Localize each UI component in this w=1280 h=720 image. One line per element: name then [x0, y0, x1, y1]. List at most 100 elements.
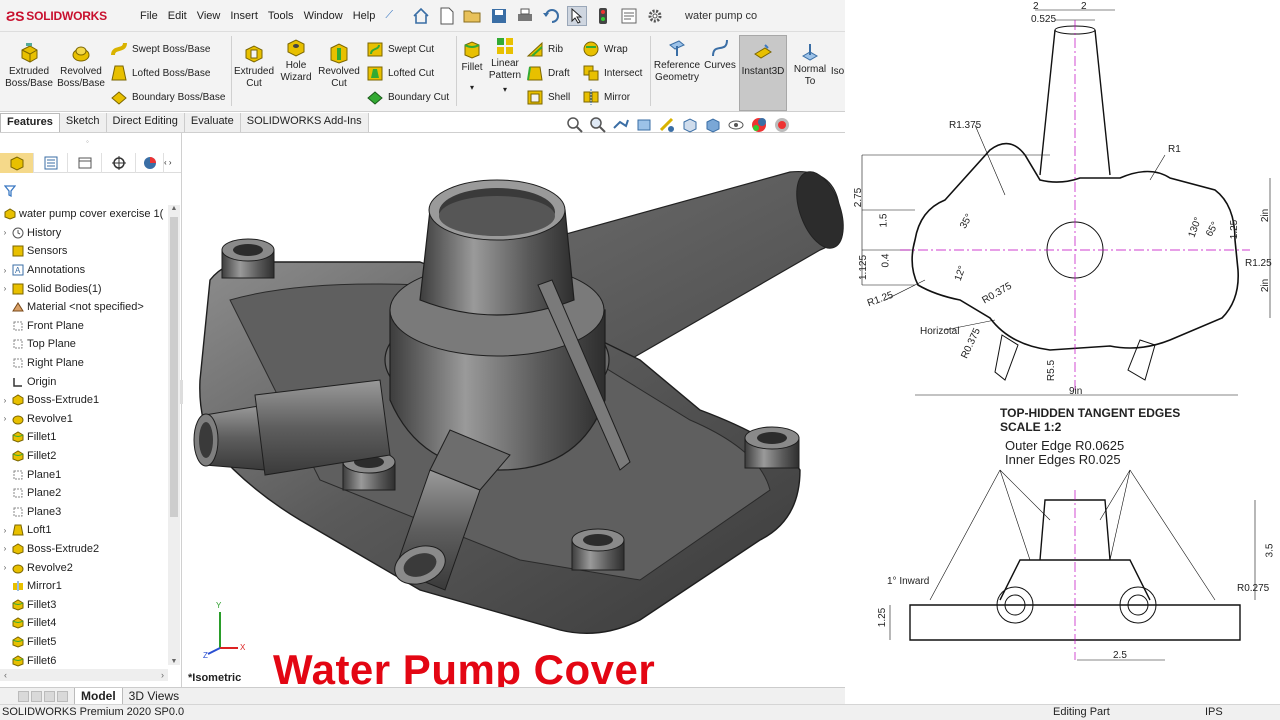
scroll-left-icon[interactable]: ‹ [4, 670, 7, 680]
tree-item-plane3[interactable]: Plane3 [0, 503, 168, 522]
expand-arrow-icon[interactable]: › [0, 563, 10, 572]
panel-tabs-scroll[interactable]: ‹ › [164, 153, 172, 172]
first-tab-icon[interactable] [18, 690, 29, 702]
tree-item-mirror1[interactable]: Mirror1 [0, 577, 168, 596]
tab-sketch[interactable]: Sketch [59, 113, 107, 133]
scroll-down-icon[interactable]: ▼ [168, 658, 180, 665]
solidworks-logo[interactable]: ƧS SOLIDWORKS [0, 8, 140, 24]
unit-system[interactable]: IPS [1205, 706, 1223, 718]
tree-item-fillet3[interactable]: Fillet3 [0, 595, 168, 614]
expand-arrow-icon[interactable]: › [0, 526, 10, 535]
tree-vertical-scrollbar[interactable]: ▲ ▼ [168, 205, 180, 665]
instant3d-button[interactable]: Instant3D [739, 35, 787, 111]
zoom-to-area-icon[interactable] [589, 116, 607, 134]
isometric-button[interactable]: Iso [830, 66, 845, 78]
feature-manager-tab[interactable] [0, 153, 34, 173]
menu-window[interactable]: Window [304, 10, 343, 22]
tree-item-fillet4[interactable]: Fillet4 [0, 614, 168, 633]
expand-arrow-icon[interactable]: › [0, 396, 10, 405]
rib-button[interactable]: Rib [526, 40, 563, 58]
select-arrow-icon[interactable] [567, 5, 588, 26]
gear-icon[interactable] [645, 6, 665, 26]
tree-item-fillet1[interactable]: Fillet1 [0, 428, 168, 447]
section-view-icon[interactable] [635, 116, 653, 134]
apply-scene-icon[interactable] [773, 116, 791, 134]
tree-item-solid-bodies-1[interactable]: › Solid Bodies(1) [0, 279, 168, 298]
traffic-light-icon[interactable] [593, 6, 613, 26]
tree-item-plane1[interactable]: Plane1 [0, 465, 168, 484]
menu-file[interactable]: File [140, 10, 158, 22]
panel-grip-icon[interactable]: ◦ [86, 137, 89, 146]
menu-insert[interactable]: Insert [230, 10, 258, 22]
prev-tab-icon[interactable] [31, 690, 42, 702]
expand-arrow-icon[interactable]: › [0, 228, 10, 237]
zoom-to-fit-icon[interactable] [566, 116, 584, 134]
intersect-button[interactable]: Intersect [582, 64, 642, 82]
linear-pattern-button[interactable]: Linear Pattern ▾ [488, 36, 522, 96]
tab-3d-views[interactable]: 3D Views [123, 688, 185, 705]
extruded-cut-button[interactable]: Extruded Cut [232, 42, 276, 90]
expand-arrow-icon[interactable]: › [0, 266, 10, 275]
reference-geometry-button[interactable]: Reference Geometry [652, 38, 702, 84]
tree-item-revolve2[interactable]: › Revolve2 [0, 558, 168, 577]
property-manager-tab[interactable] [34, 153, 68, 173]
tree-item-origin[interactable]: Origin [0, 372, 168, 391]
undo-icon[interactable] [541, 6, 561, 26]
tree-item-sensors[interactable]: Sensors [0, 242, 168, 261]
boundary-boss-button[interactable]: Boundary Boss/Base [110, 88, 225, 106]
scroll-right-icon[interactable]: › [161, 670, 164, 680]
edit-appearance-icon[interactable] [750, 116, 768, 134]
pin-icon[interactable]: ⟋ [385, 9, 393, 22]
display-manager-tab[interactable] [136, 153, 164, 173]
lofted-cut-button[interactable]: Lofted Cut [366, 64, 434, 82]
scroll-thumb[interactable] [170, 217, 178, 517]
hole-wizard-button[interactable]: Hole Wizard [276, 36, 316, 84]
extruded-boss-button[interactable]: Extruded Boss/Base [4, 42, 54, 90]
pattern-dropdown-icon[interactable]: ▾ [488, 84, 522, 96]
filter-icon[interactable] [3, 185, 17, 200]
tree-item-fillet2[interactable]: Fillet2 [0, 447, 168, 466]
tab-model[interactable]: Model [74, 687, 123, 705]
display-style-icon[interactable] [704, 116, 722, 134]
swept-boss-button[interactable]: Swept Boss/Base [110, 40, 210, 58]
dimxpert-tab[interactable] [102, 153, 136, 173]
scroll-up-icon[interactable]: ▲ [168, 205, 180, 212]
water-pump-3d-model[interactable] [183, 133, 845, 687]
fillet-dropdown-icon[interactable]: ▾ [458, 82, 486, 94]
tree-item-fillet5[interactable]: Fillet5 [0, 633, 168, 652]
tree-item-fillet6[interactable]: Fillet6 [0, 651, 168, 670]
tree-item-front-plane[interactable]: Front Plane [0, 317, 168, 336]
configuration-manager-tab[interactable] [68, 153, 102, 173]
wrap-button[interactable]: Wrap [582, 40, 628, 58]
expand-arrow-icon[interactable]: › [0, 284, 10, 293]
shell-button[interactable]: Shell [526, 88, 570, 106]
tree-item-loft1[interactable]: › Loft1 [0, 521, 168, 540]
tab-direct-editing[interactable]: Direct Editing [106, 113, 185, 133]
lofted-boss-button[interactable]: Lofted Boss/Base [110, 64, 210, 82]
home-icon[interactable] [411, 6, 431, 26]
tree-horizontal-scrollbar[interactable]: ‹ › [0, 669, 168, 681]
tree-item-material-not-specified[interactable]: Material <not specified> [0, 298, 168, 317]
tree-item-plane2[interactable]: Plane2 [0, 484, 168, 503]
graphics-area[interactable]: Y X Z [183, 133, 845, 687]
fillet-button[interactable]: Fillet ▾ [458, 40, 486, 94]
tree-item-annotations[interactable]: › A Annotations [0, 261, 168, 280]
mirror-button[interactable]: Mirror [582, 88, 630, 106]
file-properties-icon[interactable] [619, 6, 639, 26]
menu-view[interactable]: View [197, 10, 221, 22]
swept-cut-button[interactable]: Swept Cut [366, 40, 434, 58]
curves-button[interactable]: Curves [704, 38, 736, 72]
revolved-cut-button[interactable]: Revolved Cut [316, 42, 362, 90]
dynamic-annotation-icon[interactable] [658, 116, 676, 134]
boundary-cut-button[interactable]: Boundary Cut [366, 88, 449, 106]
tree-item-history[interactable]: › History [0, 224, 168, 243]
normal-to-button[interactable]: Normal To [790, 42, 830, 88]
revolved-boss-button[interactable]: Revolved Boss/Base [56, 42, 106, 90]
menu-edit[interactable]: Edit [168, 10, 187, 22]
menu-tools[interactable]: Tools [268, 10, 294, 22]
draft-button[interactable]: Draft [526, 64, 570, 82]
hide-show-items-icon[interactable] [727, 116, 745, 134]
last-tab-icon[interactable] [57, 690, 68, 702]
tab-addins[interactable]: SOLIDWORKS Add-Ins [240, 113, 369, 133]
save-icon[interactable] [489, 6, 509, 26]
